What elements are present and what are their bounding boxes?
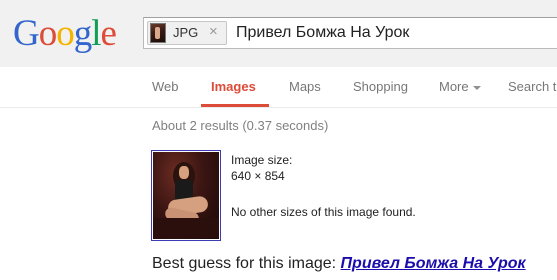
result-image-thumbnail[interactable]: [151, 150, 221, 241]
tab-maps[interactable]: Maps: [289, 79, 321, 94]
active-tab-indicator: [201, 104, 269, 107]
photo-image: [153, 152, 219, 239]
search-tabs: Web Images Maps Shopping More Search t: [0, 67, 557, 108]
caret-down-icon: [472, 85, 481, 90]
logo-letter: e: [100, 13, 117, 54]
close-icon[interactable]: ×: [209, 23, 218, 40]
logo-letter: g: [73, 13, 92, 54]
best-guess-label: Best guess for this image:: [152, 255, 337, 272]
tab-more-label: More: [439, 79, 469, 94]
tab-images[interactable]: Images: [211, 79, 256, 94]
google-logo[interactable]: Google: [13, 13, 117, 54]
result-stats: About 2 results (0.37 seconds): [152, 118, 329, 133]
image-thumbnail-icon: [150, 23, 166, 43]
image-query-chip[interactable]: JPG ×: [147, 21, 227, 45]
tab-shopping[interactable]: Shopping: [353, 79, 408, 94]
logo-letter: o: [56, 13, 74, 54]
search-query-text[interactable]: Привел Бомжа На Урок: [236, 24, 409, 42]
tab-search-tools[interactable]: Search t: [508, 79, 556, 94]
best-guess-link[interactable]: Привел Бомжа На Урок: [341, 255, 526, 272]
chip-label: JPG: [173, 25, 199, 40]
tab-more[interactable]: More: [439, 79, 481, 94]
header-bar: Google JPG × Привел Бомжа На Урок: [0, 0, 557, 67]
image-size-label: Image size:: [231, 153, 293, 167]
search-input[interactable]: JPG × Привел Бомжа На Урок: [143, 17, 557, 49]
logo-letter: l: [91, 13, 101, 54]
logo-letter: G: [13, 13, 40, 54]
no-other-sizes-text: No other sizes of this image found.: [231, 205, 416, 219]
logo-letter: o: [38, 13, 57, 54]
best-guess: Best guess for this image: Привел Бомжа …: [152, 255, 526, 273]
image-size-value: 640 × 854: [231, 169, 285, 183]
tab-web[interactable]: Web: [152, 79, 179, 94]
